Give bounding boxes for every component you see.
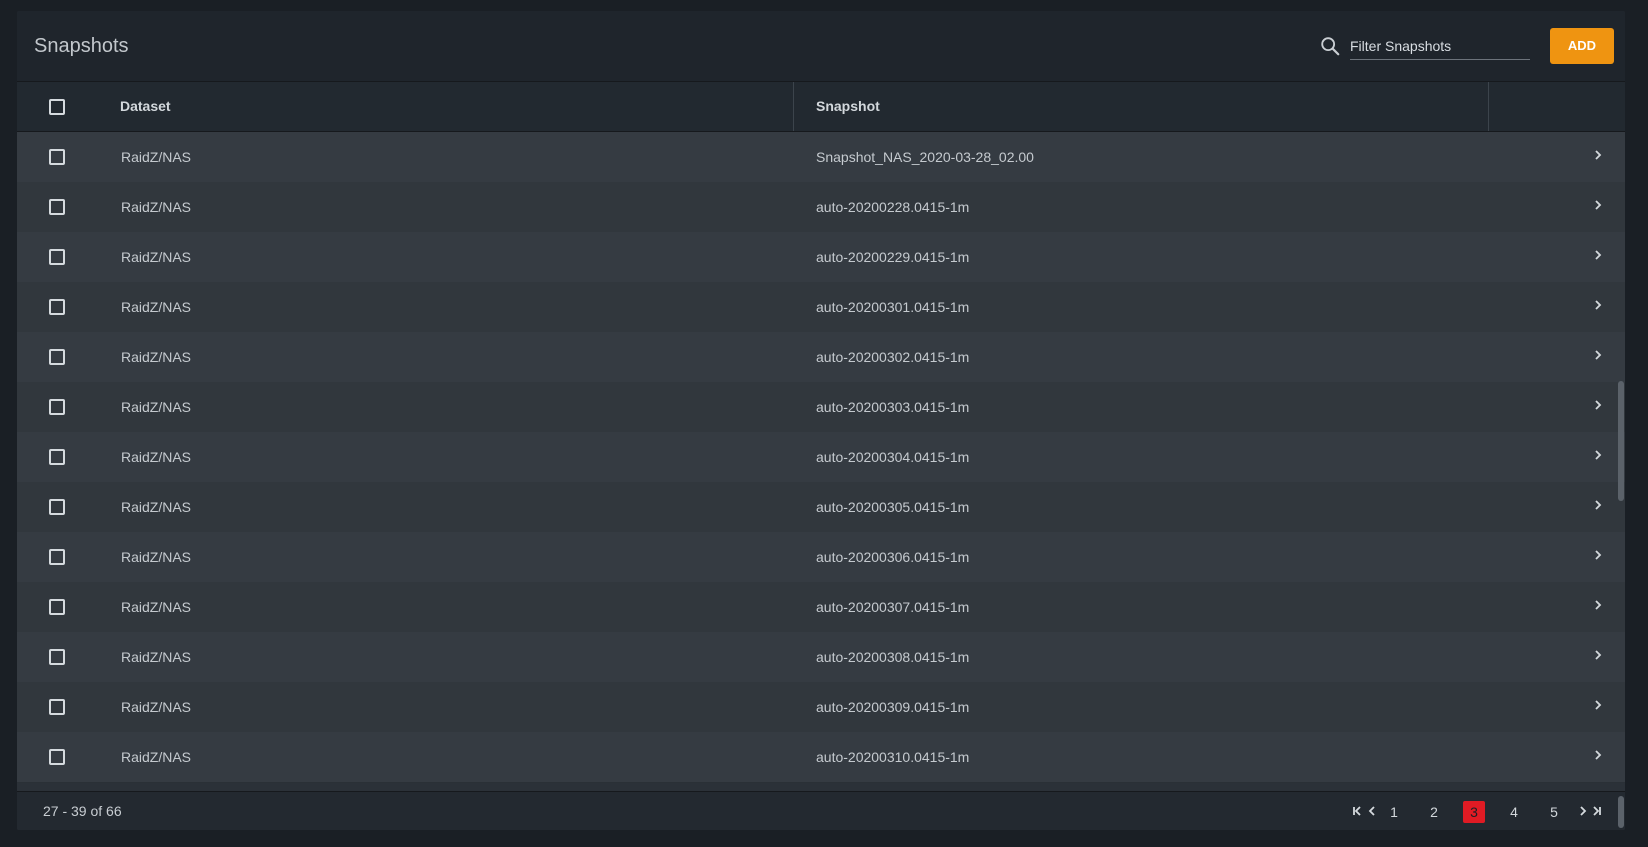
chevron-right-icon[interactable]	[1593, 249, 1603, 261]
row-checkbox[interactable]	[49, 599, 65, 615]
snapshot-cell: auto-20200310.0415-1m	[816, 749, 970, 765]
chevron-left-icon[interactable]	[1366, 805, 1378, 817]
table-row[interactable]: RaidZ/NAS Snapshot_NAS_2020-03-28_02.00	[17, 132, 1625, 183]
snapshot-cell: auto-20200305.0415-1m	[816, 499, 970, 515]
snapshot-cell: auto-20200229.0415-1m	[816, 249, 970, 265]
scrollbar-thumb[interactable]	[1618, 796, 1624, 828]
page-button-3[interactable]: 3	[1463, 801, 1485, 823]
table-row[interactable]: RaidZ/NAS auto-20200310.0415-1m	[17, 732, 1625, 783]
filter-input[interactable]: Filter Snapshots	[1350, 35, 1530, 60]
row-checkbox[interactable]	[49, 549, 65, 565]
chevron-right-icon[interactable]	[1593, 299, 1603, 311]
chevron-right-icon[interactable]	[1593, 499, 1603, 511]
row-checkbox[interactable]	[49, 699, 65, 715]
column-header-dataset[interactable]: Dataset	[120, 82, 171, 131]
page-button-1[interactable]: 1	[1383, 801, 1405, 823]
row-checkbox[interactable]	[49, 249, 65, 265]
snapshot-cell: Snapshot_NAS_2020-03-28_02.00	[816, 149, 1034, 165]
snapshot-cell: auto-20200304.0415-1m	[816, 449, 970, 465]
last-page-icon[interactable]	[1590, 805, 1602, 817]
dataset-cell: RaidZ/NAS	[121, 499, 192, 515]
row-checkbox[interactable]	[49, 499, 65, 515]
page-title: Snapshots	[34, 35, 129, 57]
snapshot-cell: auto-20200303.0415-1m	[816, 399, 970, 415]
row-checkbox[interactable]	[49, 149, 65, 165]
first-page-icon[interactable]	[1352, 805, 1364, 817]
chevron-right-icon[interactable]	[1593, 449, 1603, 461]
table-row[interactable]: RaidZ/NAS auto-20200304.0415-1m	[17, 432, 1625, 483]
chevron-right-icon[interactable]	[1577, 805, 1589, 817]
page-range-label: 27 - 39 of 66	[43, 803, 122, 819]
page-button-2[interactable]: 2	[1423, 801, 1445, 823]
row-checkbox[interactable]	[49, 199, 65, 215]
row-checkbox[interactable]	[49, 399, 65, 415]
dataset-cell: RaidZ/NAS	[121, 299, 192, 315]
chevron-right-icon[interactable]	[1593, 699, 1603, 711]
snapshot-cell: auto-20200228.0415-1m	[816, 199, 970, 215]
dataset-cell: RaidZ/NAS	[121, 549, 192, 565]
snapshot-cell: auto-20200306.0415-1m	[816, 549, 970, 565]
select-all-checkbox[interactable]	[49, 99, 65, 115]
column-header-snapshot[interactable]: Snapshot	[816, 82, 880, 131]
chevron-right-icon[interactable]	[1593, 599, 1603, 611]
dataset-cell: RaidZ/NAS	[121, 649, 192, 665]
column-divider[interactable]	[1488, 82, 1489, 131]
chevron-right-icon[interactable]	[1593, 649, 1603, 661]
table-header: Dataset Snapshot	[17, 82, 1625, 132]
row-checkbox[interactable]	[49, 449, 65, 465]
table-row[interactable]: RaidZ/NAS auto-20200303.0415-1m	[17, 382, 1625, 433]
dataset-cell: RaidZ/NAS	[121, 249, 192, 265]
chevron-right-icon[interactable]	[1593, 549, 1603, 561]
row-checkbox[interactable]	[49, 749, 65, 765]
dataset-cell: RaidZ/NAS	[121, 449, 192, 465]
snapshot-cell: auto-20200301.0415-1m	[816, 299, 970, 315]
page-button-4[interactable]: 4	[1503, 801, 1525, 823]
row-checkbox[interactable]	[49, 299, 65, 315]
snapshot-cell: auto-20200309.0415-1m	[816, 699, 970, 715]
table-row[interactable]: RaidZ/NAS auto-20200306.0415-1m	[17, 532, 1625, 583]
dataset-cell: RaidZ/NAS	[121, 749, 192, 765]
dataset-cell: RaidZ/NAS	[121, 349, 192, 365]
chevron-right-icon[interactable]	[1593, 749, 1603, 761]
dataset-cell: RaidZ/NAS	[121, 599, 192, 615]
snapshot-cell: auto-20200308.0415-1m	[816, 649, 970, 665]
toolbar: Snapshots Filter Snapshots ADD	[17, 11, 1625, 82]
table-row[interactable]: RaidZ/NAS auto-20200307.0415-1m	[17, 582, 1625, 633]
chevron-right-icon[interactable]	[1593, 149, 1603, 161]
column-divider[interactable]	[793, 82, 794, 131]
table-row[interactable]: RaidZ/NAS auto-20200229.0415-1m	[17, 232, 1625, 283]
table-row[interactable]: RaidZ/NAS auto-20200309.0415-1m	[17, 682, 1625, 733]
add-button[interactable]: ADD	[1550, 28, 1614, 64]
table-row[interactable]: RaidZ/NAS auto-20200302.0415-1m	[17, 332, 1625, 383]
chevron-right-icon[interactable]	[1593, 349, 1603, 361]
chevron-right-icon[interactable]	[1593, 399, 1603, 411]
snapshot-cell: auto-20200302.0415-1m	[816, 349, 970, 365]
row-checkbox[interactable]	[49, 349, 65, 365]
dataset-cell: RaidZ/NAS	[121, 699, 192, 715]
table-row[interactable]: RaidZ/NAS auto-20200228.0415-1m	[17, 182, 1625, 233]
dataset-cell: RaidZ/NAS	[121, 399, 192, 415]
paginator: 27 - 39 of 66 1 2 3 4 5	[17, 791, 1625, 830]
table-row[interactable]: RaidZ/NAS auto-20200308.0415-1m	[17, 632, 1625, 683]
snapshot-cell: auto-20200307.0415-1m	[816, 599, 970, 615]
search-icon[interactable]	[1319, 35, 1341, 57]
chevron-right-icon[interactable]	[1593, 199, 1603, 211]
table-body: RaidZ/NAS Snapshot_NAS_2020-03-28_02.00 …	[17, 132, 1625, 791]
dataset-cell: RaidZ/NAS	[121, 199, 192, 215]
row-checkbox[interactable]	[49, 649, 65, 665]
snapshots-card: Snapshots Filter Snapshots ADD Dataset S…	[17, 11, 1625, 830]
table-row[interactable]: RaidZ/NAS auto-20200305.0415-1m	[17, 482, 1625, 533]
dataset-cell: RaidZ/NAS	[121, 149, 192, 165]
page-button-5[interactable]: 5	[1543, 801, 1565, 823]
scrollbar-thumb[interactable]	[1618, 381, 1624, 501]
table-row[interactable]: RaidZ/NAS auto-20200301.0415-1m	[17, 282, 1625, 333]
